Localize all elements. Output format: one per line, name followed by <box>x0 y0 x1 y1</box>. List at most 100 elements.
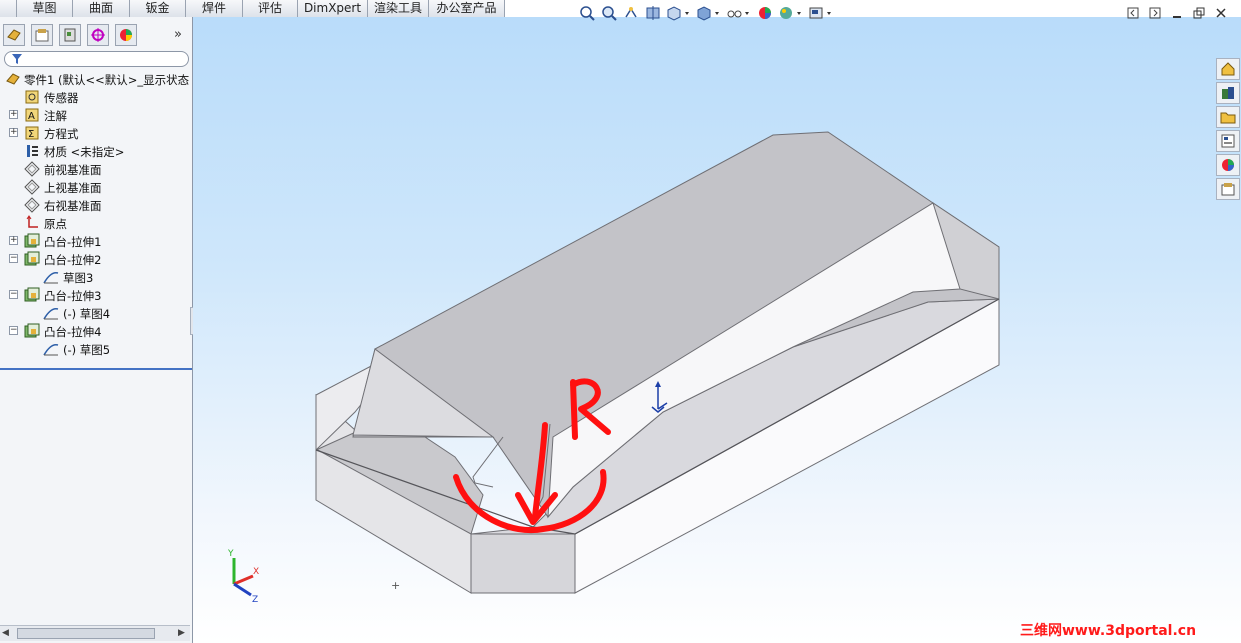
zoom-area-icon[interactable] <box>598 3 620 23</box>
display-style-icon[interactable] <box>694 3 724 23</box>
coordinate-triad: Y X Z <box>227 549 259 605</box>
model-view: R Y X Z + <box>193 17 1000 605</box>
plane-icon <box>24 179 40 195</box>
custom-properties-icon[interactable] <box>1216 178 1240 200</box>
tab-office-products[interactable]: 办公室产品 <box>429 0 505 17</box>
collapse-icon[interactable]: − <box>9 326 18 335</box>
design-library-icon[interactable] <box>1216 82 1240 104</box>
tab-surface[interactable]: 曲面 <box>73 0 130 17</box>
tree-item-boss-extrude-4[interactable]: − 凸台-拉伸4 <box>0 322 190 340</box>
graphics-area[interactable]: R Y X Z + <box>193 17 1241 643</box>
feature-tree: 零件1 (默认<<默认>_显示状态 传感器 + A 注解 + Σ 方程式 材质 … <box>0 70 192 370</box>
sensor-icon <box>24 89 40 105</box>
tree-item-top-plane[interactable]: 上视基准面 <box>0 178 190 196</box>
tree-item-sensors[interactable]: 传感器 <box>0 88 190 106</box>
solidworks-resources-icon[interactable] <box>1216 58 1240 80</box>
scroll-right-icon[interactable]: ▶ <box>178 628 185 638</box>
expand-icon[interactable]: + <box>9 110 18 119</box>
tree-item-boss-extrude-1[interactable]: + 凸台-拉伸1 <box>0 232 190 250</box>
tree-item-label: 前视基准面 <box>44 163 102 177</box>
tree-item-sketch-3[interactable]: 草图3 <box>0 268 190 286</box>
tree-item-right-plane[interactable]: 右视基准面 <box>0 196 190 214</box>
tree-item-label: 传感器 <box>44 91 79 105</box>
tree-item-boss-extrude-3[interactable]: − 凸台-拉伸3 <box>0 286 190 304</box>
tab-features[interactable] <box>0 0 17 17</box>
tab-weldments[interactable]: 焊件 <box>186 0 243 17</box>
edit-appearance-icon[interactable] <box>754 3 776 23</box>
minimize-icon[interactable] <box>1166 5 1188 21</box>
hide-show-items-icon[interactable] <box>724 3 754 23</box>
tab-property-manager[interactable] <box>31 24 53 46</box>
window-controls <box>1122 5 1232 21</box>
tree-item-front-plane[interactable]: 前视基准面 <box>0 160 190 178</box>
previous-view-icon[interactable] <box>620 3 642 23</box>
tab-display-manager[interactable] <box>115 24 137 46</box>
tree-item-sketch-4[interactable]: (-) 草图4 <box>0 304 190 322</box>
view-orientation-icon[interactable] <box>664 3 694 23</box>
sketch-icon <box>43 269 59 285</box>
expand-icon[interactable]: + <box>9 128 18 137</box>
appearances-scenes-icon[interactable] <box>1216 154 1240 176</box>
view-palette-icon[interactable] <box>1216 130 1240 152</box>
base-chamfer-face <box>470 533 576 594</box>
part-name: 零件1 (默认<<默认>_显示状态 <box>24 73 190 87</box>
tab-render-tools[interactable]: 渲染工具 <box>368 0 429 17</box>
cursor-crosshair: + <box>391 579 400 592</box>
tree-item-boss-extrude-2[interactable]: − 凸台-拉伸2 <box>0 250 190 268</box>
tab-evaluate[interactable]: 评估 <box>243 0 298 17</box>
tab-sketch[interactable]: 草图 <box>17 0 73 17</box>
tree-item-label: 凸台-拉伸4 <box>44 325 102 339</box>
tree-item-label: 凸台-拉伸2 <box>44 253 102 267</box>
heads-up-view-toolbar <box>576 3 836 23</box>
tree-item-origin[interactable]: 原点 <box>0 214 190 232</box>
collapse-right-icon[interactable] <box>1144 5 1166 21</box>
boss-extrude-icon <box>24 323 40 339</box>
tree-item-sketch-5[interactable]: (-) 草图5 <box>0 340 190 358</box>
task-pane-tabs <box>1216 58 1240 204</box>
origin-icon <box>24 215 40 231</box>
tree-root[interactable]: 零件1 (默认<<默认>_显示状态 <box>0 70 190 88</box>
panel-tabs <box>3 24 189 46</box>
tree-item-label: 方程式 <box>44 127 79 141</box>
collapse-icon[interactable]: − <box>9 254 18 263</box>
zoom-to-fit-icon[interactable] <box>576 3 598 23</box>
sketch-icon <box>43 305 59 321</box>
tab-dimxpert[interactable]: DimXpert <box>298 0 368 17</box>
command-manager-tabs: 草图 曲面 钣金 焊件 评估 DimXpert 渲染工具 办公室产品 <box>0 0 505 17</box>
tree-item-label: 注解 <box>44 109 67 123</box>
close-icon[interactable] <box>1210 5 1232 21</box>
tab-configuration-manager[interactable] <box>59 24 81 46</box>
feature-filter[interactable] <box>4 51 189 67</box>
expand-icon[interactable]: + <box>9 236 18 245</box>
scroll-left-icon[interactable]: ◀ <box>2 628 9 638</box>
horizontal-scrollbar[interactable]: ◀ ▶ <box>0 625 190 641</box>
collapse-left-icon[interactable] <box>1122 5 1144 21</box>
tab-sheet-metal[interactable]: 钣金 <box>130 0 186 17</box>
boss-extrude-icon <box>24 287 40 303</box>
file-explorer-icon[interactable] <box>1216 106 1240 128</box>
chevron-right-icon[interactable]: » <box>174 27 182 42</box>
section-view-icon[interactable] <box>642 3 664 23</box>
tree-item-label: (-) 草图4 <box>63 307 111 321</box>
apply-scene-icon[interactable] <box>776 3 806 23</box>
tree-item-label: 凸台-拉伸1 <box>44 235 102 249</box>
collapse-icon[interactable]: − <box>9 290 18 299</box>
scroll-thumb[interactable] <box>17 628 155 639</box>
tree-item-annotations[interactable]: + A 注解 <box>0 106 190 124</box>
tree-item-material[interactable]: 材质 <未指定> <box>0 142 190 160</box>
annotation-letter: R <box>193 17 194 18</box>
plane-icon <box>24 161 40 177</box>
watermark: 三维网www.3dportal.cn <box>1020 623 1197 639</box>
feature-manager-panel: » 零件1 (默认<<默认>_显示状态 传感器 + A 注解 + Σ 方程式 材… <box>0 17 193 643</box>
tree-item-label: 材质 <未指定> <box>44 145 125 159</box>
tree-item-equations[interactable]: + Σ 方程式 <box>0 124 190 142</box>
triad-y-label: Y <box>227 549 234 559</box>
view-settings-icon[interactable] <box>806 3 836 23</box>
tree-item-label: 右视基准面 <box>44 199 102 213</box>
solidworks-window: 草图 曲面 钣金 焊件 评估 DimXpert 渲染工具 办公室产品 » 零件1… <box>0 0 1241 643</box>
restore-icon[interactable] <box>1188 5 1210 21</box>
tab-dimxpert-manager[interactable] <box>87 24 109 46</box>
part-icon <box>5 71 21 87</box>
tree-item-label: (-) 草图5 <box>63 343 111 357</box>
tab-feature-manager[interactable] <box>3 24 25 46</box>
